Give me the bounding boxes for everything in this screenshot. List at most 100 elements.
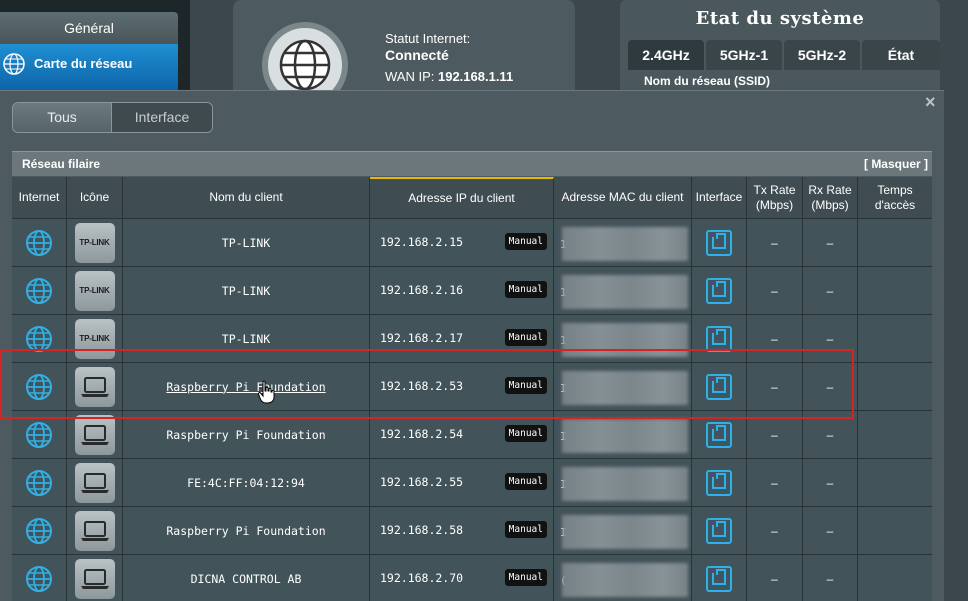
device-icon[interactable] bbox=[74, 510, 115, 551]
header-rx-rate[interactable]: Rx Rate (Mbps) bbox=[803, 177, 858, 218]
rx-rate: – bbox=[826, 235, 834, 250]
globe-icon[interactable] bbox=[25, 229, 53, 257]
client-name-cell: FE:4C:FF:04:12:94 bbox=[123, 459, 370, 506]
ethernet-icon bbox=[706, 421, 732, 448]
table-row[interactable]: TP-LINK TP-LINK 192.168.2.17 Manual 1 – – bbox=[12, 315, 932, 363]
client-ip: 192.168.2.55 bbox=[380, 475, 464, 489]
client-ip-cell: 192.168.2.15 Manual bbox=[370, 219, 554, 266]
client-name[interactable]: FE:4C:FF:04:12:94 bbox=[187, 476, 305, 490]
client-mac-cell: I bbox=[554, 507, 692, 554]
table-row[interactable]: Raspberry Pi Foundation 192.168.2.53 Manua… bbox=[12, 363, 932, 411]
header-client-mac[interactable]: Adresse MAC du client bbox=[554, 177, 692, 218]
table-row[interactable]: Raspberry Pi Foundation 192.168.2.58 Manua… bbox=[12, 507, 932, 555]
rx-rate: – bbox=[826, 523, 834, 538]
filter-all-button[interactable]: Tous bbox=[13, 103, 112, 132]
header-interface[interactable]: Interface bbox=[692, 177, 747, 218]
table-row[interactable]: DICNA CONTROL AB 192.168.2.70 Manual (– – bbox=[12, 555, 932, 601]
access-time-cell bbox=[858, 459, 932, 506]
device-icon[interactable] bbox=[74, 366, 115, 407]
manual-badge: Manual bbox=[504, 569, 547, 586]
client-name-cell: TP-LINK bbox=[123, 315, 370, 362]
client-name-cell: DICNA CONTROL AB bbox=[123, 555, 370, 601]
header-client-name[interactable]: Nom du client bbox=[123, 177, 370, 218]
globe-icon[interactable] bbox=[25, 469, 53, 497]
device-icon-cell bbox=[67, 459, 123, 506]
device-icon-cell: TP-LINK bbox=[67, 219, 123, 266]
globe-icon[interactable] bbox=[25, 277, 53, 305]
interface-cell bbox=[692, 219, 747, 266]
tx-rate: – bbox=[771, 427, 778, 442]
laptop-icon bbox=[80, 424, 109, 445]
table-row[interactable]: Raspberry Pi Foundation 192.168.2.54 Manua… bbox=[12, 411, 932, 459]
router-admin-page: Général Carte du réseau Statut Internet:… bbox=[0, 0, 968, 601]
table-row[interactable]: FE:4C:FF:04:12:94 192.168.2.55 Manual I – – bbox=[12, 459, 932, 507]
tab-5ghz-2[interactable]: 5GHz-2 bbox=[784, 40, 860, 70]
client-name[interactable]: Raspberry Pi Foundation bbox=[166, 524, 325, 538]
menu-network-map[interactable]: Carte du réseau bbox=[0, 44, 178, 90]
client-name[interactable]: TP-LINK bbox=[222, 236, 270, 250]
tx-rate-cell: – bbox=[747, 267, 803, 314]
client-name[interactable]: Raspberry Pi Foundation bbox=[166, 380, 325, 394]
section-title: Réseau filaire bbox=[22, 157, 101, 171]
device-icon[interactable]: TP-LINK bbox=[74, 222, 115, 263]
internet-cell bbox=[12, 267, 67, 314]
client-name[interactable]: TP-LINK bbox=[222, 284, 270, 298]
device-icon[interactable] bbox=[74, 462, 115, 503]
device-icon-cell: TP-LINK bbox=[67, 267, 123, 314]
rx-rate-cell: – bbox=[803, 363, 858, 410]
tab-state[interactable]: État bbox=[862, 40, 940, 70]
tx-rate: – bbox=[771, 235, 778, 250]
rx-rate-cell: – bbox=[803, 555, 858, 601]
header-client-ip[interactable]: Adresse IP du client bbox=[370, 177, 554, 218]
manual-badge: Manual bbox=[504, 473, 547, 490]
internet-status-value: Connecté bbox=[385, 47, 449, 63]
filter-interface-button[interactable]: Interface bbox=[112, 103, 212, 132]
client-name[interactable]: DICNA CONTROL AB bbox=[191, 572, 302, 586]
device-icon[interactable]: TP-LINK bbox=[74, 270, 115, 311]
client-ip-cell: 192.168.2.54 Manual bbox=[370, 411, 554, 458]
rx-rate: – bbox=[826, 283, 834, 298]
client-name-cell: TP-LINK bbox=[123, 219, 370, 266]
hand-cursor-icon bbox=[258, 380, 275, 404]
device-icon-cell bbox=[67, 507, 123, 554]
manual-badge: Manual bbox=[504, 233, 547, 250]
menu-general[interactable]: Général bbox=[0, 12, 178, 44]
manual-badge: Manual bbox=[504, 425, 547, 442]
client-name[interactable]: Raspberry Pi Foundation bbox=[166, 428, 325, 442]
client-ip-cell: 192.168.2.55 Manual bbox=[370, 459, 554, 506]
ethernet-icon bbox=[706, 517, 732, 544]
ethernet-icon bbox=[706, 565, 732, 592]
laptop-icon bbox=[80, 472, 109, 493]
tab-5ghz-1[interactable]: 5GHz-1 bbox=[706, 40, 782, 70]
header-internet[interactable]: Internet bbox=[12, 177, 67, 218]
client-mac-cell: I bbox=[554, 363, 692, 410]
device-icon[interactable] bbox=[74, 414, 115, 455]
internet-cell bbox=[12, 507, 67, 554]
interface-cell bbox=[692, 411, 747, 458]
globe-icon[interactable] bbox=[25, 517, 53, 545]
interface-cell bbox=[692, 315, 747, 362]
client-ip-cell: 192.168.2.17 Manual bbox=[370, 315, 554, 362]
header-access-time[interactable]: Temps d'accès bbox=[858, 177, 932, 218]
client-name[interactable]: TP-LINK bbox=[222, 332, 270, 346]
client-ip-cell: 192.168.2.70 Manual bbox=[370, 555, 554, 601]
tab-2-4ghz[interactable]: 2.4GHz bbox=[628, 40, 704, 70]
globe-icon[interactable] bbox=[25, 373, 53, 401]
hide-button[interactable]: [ Masquer ] bbox=[864, 157, 928, 171]
header-icon[interactable]: Icône bbox=[67, 177, 123, 218]
globe-icon[interactable] bbox=[25, 565, 53, 593]
tx-rate: – bbox=[771, 331, 778, 346]
globe-icon[interactable] bbox=[25, 325, 53, 353]
device-icon-cell bbox=[67, 555, 123, 601]
table-row[interactable]: TP-LINK TP-LINK 192.168.2.15 Manual 1 – – bbox=[12, 219, 932, 267]
table-row[interactable]: TP-LINK TP-LINK 192.168.2.16 Manual 1 – – bbox=[12, 267, 932, 315]
interface-cell bbox=[692, 507, 747, 554]
close-icon[interactable]: × bbox=[925, 92, 936, 113]
header-tx-rate[interactable]: Tx Rate (Mbps) bbox=[747, 177, 803, 218]
rx-rate: – bbox=[826, 475, 834, 490]
device-icon[interactable] bbox=[74, 558, 115, 599]
client-ip-cell: 192.168.2.53 Manual bbox=[370, 363, 554, 410]
device-icon[interactable]: TP-LINK bbox=[74, 318, 115, 359]
rx-rate: – bbox=[826, 379, 834, 394]
globe-icon[interactable] bbox=[25, 421, 53, 449]
